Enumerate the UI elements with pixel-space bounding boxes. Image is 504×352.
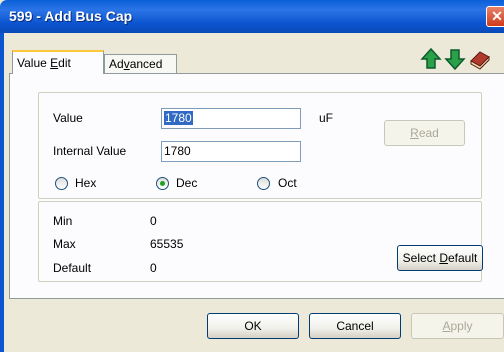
button-label-part: ead bbox=[418, 126, 439, 140]
default-label: Default bbox=[53, 261, 92, 275]
button-label-part: efault bbox=[448, 251, 478, 265]
button-label: Cancel bbox=[336, 319, 374, 333]
title-bar[interactable]: 599 - Add Bus Cap ✕ bbox=[0, 0, 504, 33]
nav-icons bbox=[420, 47, 504, 71]
default-value: 0 bbox=[150, 261, 157, 275]
tab-value-edit[interactable]: Value Edit bbox=[12, 50, 104, 74]
min-label: Min bbox=[53, 214, 73, 228]
value-label: Value bbox=[53, 111, 83, 125]
radio-dec-label: Dec bbox=[176, 176, 198, 190]
ok-button[interactable]: OK bbox=[207, 313, 299, 339]
button-accelerator: R bbox=[410, 126, 419, 140]
internal-value-text: 1780 bbox=[164, 144, 191, 158]
min-value: 0 bbox=[150, 214, 157, 228]
cancel-button[interactable]: Cancel bbox=[309, 313, 401, 339]
radio-oct[interactable] bbox=[257, 177, 270, 190]
unit-label: uF bbox=[319, 111, 334, 125]
internal-value-label: Internal Value bbox=[53, 144, 127, 158]
read-button[interactable]: Read bbox=[384, 120, 465, 146]
limits-group: Min 0 Max 65535 Default 0 Select Default bbox=[38, 201, 483, 282]
up-arrow-icon[interactable] bbox=[420, 47, 442, 71]
apply-button[interactable]: Apply bbox=[411, 313, 504, 339]
button-label: OK bbox=[244, 319, 262, 333]
value-input[interactable]: 1780 bbox=[161, 108, 301, 129]
button-label-part: pply bbox=[450, 319, 473, 333]
max-label: Max bbox=[53, 237, 76, 251]
down-arrow-icon[interactable] bbox=[444, 47, 466, 71]
button-accelerator: D bbox=[439, 251, 448, 265]
tab-label-part: Value bbox=[17, 56, 51, 70]
tab-label-part: anced bbox=[129, 57, 163, 71]
select-default-button[interactable]: Select Default bbox=[397, 245, 483, 271]
tab-label-part: Ad bbox=[109, 57, 124, 71]
close-icon: ✕ bbox=[491, 8, 503, 24]
window-frame-left bbox=[0, 33, 4, 352]
tab-accelerator: E bbox=[50, 56, 59, 70]
radio-hex[interactable] bbox=[55, 177, 68, 190]
close-button[interactable]: ✕ bbox=[486, 6, 504, 27]
window-title: 599 - Add Bus Cap bbox=[9, 8, 133, 24]
radio-dec[interactable] bbox=[156, 177, 169, 190]
value-input-text: 1780 bbox=[164, 111, 193, 125]
button-label-part: Select bbox=[402, 251, 440, 265]
max-value: 65535 bbox=[150, 237, 184, 251]
button-accelerator: A bbox=[442, 319, 451, 333]
radio-oct-label: Oct bbox=[278, 176, 297, 190]
radio-hex-label: Hex bbox=[75, 176, 97, 190]
tab-advanced[interactable]: Advanced bbox=[104, 54, 177, 74]
tab-label-part: dit bbox=[58, 56, 71, 70]
internal-value-input[interactable]: 1780 bbox=[161, 141, 301, 162]
value-group: Value 1780 uF Read Internal Value 1780 H… bbox=[38, 92, 482, 199]
book-icon[interactable] bbox=[468, 47, 490, 71]
